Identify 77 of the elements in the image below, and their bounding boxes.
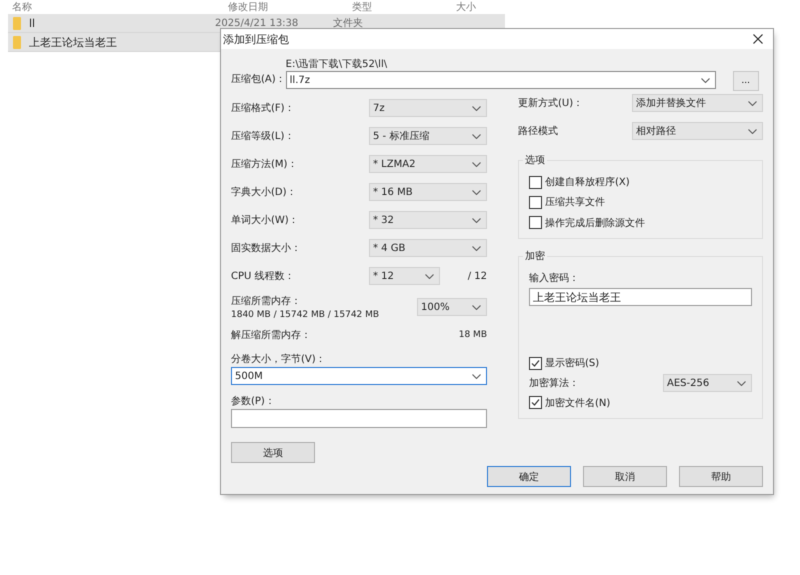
dropdown[interactable]: 7z: [369, 99, 487, 117]
dialog-button[interactable]: 确定: [487, 466, 571, 487]
field-label: 参数(P)：: [231, 394, 276, 409]
memory-value: 18 MB: [458, 330, 487, 340]
checkbox-label: 显示密码(S): [545, 356, 600, 370]
parameters-field[interactable]: [231, 409, 487, 428]
checkbox[interactable]: [529, 176, 542, 189]
checkbox-label: 压缩共享文件: [545, 196, 605, 210]
archive-name-field[interactable]: ll.7z: [286, 71, 716, 89]
archive-path: E:\迅雷下载\下载52\ll\: [286, 58, 388, 69]
field-label: 压缩包(A)：: [231, 72, 286, 86]
chevron-down-icon: [737, 380, 746, 386]
checkbox-label: 创建自释放程序(X): [545, 176, 630, 190]
field-label: 解压缩所需内存：: [231, 328, 311, 342]
options-button[interactable]: 选项: [231, 442, 315, 463]
chevron-down-icon: [472, 218, 481, 222]
column-header[interactable]: 修改日期: [224, 0, 348, 14]
checkbox[interactable]: [529, 356, 542, 370]
field-label: 分卷大小，字节(V)：: [231, 352, 327, 367]
file-name: ll: [29, 16, 36, 30]
column-header[interactable]: 名称: [8, 0, 224, 14]
checkbox[interactable]: [529, 216, 542, 230]
field-label: 固实数据大小：: [231, 242, 301, 255]
checkbox[interactable]: [529, 196, 542, 209]
field-label: 更新方式(U)：: [518, 96, 584, 110]
thread-total: / 12: [468, 270, 487, 282]
field-label: 字典大小(D)：: [231, 186, 297, 199]
dropdown[interactable]: 添加并替换文件: [632, 94, 763, 112]
browse-button[interactable]: ...: [732, 71, 759, 91]
field-label: 压缩方法(M)：: [231, 158, 298, 171]
checkbox-label: 操作完成后删除源文件: [545, 216, 645, 230]
field-label: 加密算法：: [529, 376, 579, 390]
file-date: 2025/4/21 13:38: [215, 18, 300, 28]
field-label: CPU 线程数：: [231, 270, 295, 283]
folder-icon: [13, 16, 21, 30]
file-type: 文件夹: [333, 16, 363, 30]
window-title: 添加到压缩包: [223, 32, 289, 46]
chevron-down-icon: [472, 190, 481, 194]
group-title: 选项: [523, 153, 547, 167]
chevron-down-icon: [472, 246, 481, 250]
file-name: 上老王论坛当老王: [29, 34, 118, 50]
dropdown[interactable]: 相对路径: [632, 122, 763, 140]
field-label: 压缩所需内存：: [231, 294, 302, 308]
dropdown[interactable]: * LZMA2: [369, 155, 487, 173]
dialog-button[interactable]: 帮助: [679, 466, 763, 487]
chevron-down-icon: [472, 374, 481, 378]
volume-size-dropdown[interactable]: 500M: [231, 367, 487, 385]
password-field[interactable]: 上老王论坛当老王: [529, 288, 752, 306]
dropdown[interactable]: * 12: [369, 267, 440, 285]
dropdown[interactable]: 100%: [417, 298, 487, 316]
close-icon[interactable]: [753, 34, 763, 44]
chevron-down-icon: [425, 274, 434, 278]
field-label: 路径模式: [518, 124, 558, 138]
chevron-down-icon: [748, 100, 757, 106]
chevron-down-icon: [700, 78, 710, 82]
memory-usage: 1840 MB / 15742 MB / 15742 MB: [231, 310, 380, 320]
column-header[interactable]: 大小: [452, 0, 476, 14]
field-label: 压缩格式(F)：: [231, 102, 295, 115]
dialog-button[interactable]: 取消: [583, 466, 667, 487]
dropdown[interactable]: * 4 GB: [369, 239, 487, 257]
group-title: 加密: [523, 249, 547, 263]
field-label: 单词大小(W)：: [231, 214, 299, 227]
chevron-down-icon: [472, 134, 481, 138]
checkbox[interactable]: [529, 396, 542, 410]
chevron-down-icon: [472, 162, 481, 166]
dropdown[interactable]: 5 - 标准压缩: [369, 127, 487, 145]
dropdown[interactable]: AES-256: [663, 374, 752, 392]
folder-icon: [13, 36, 21, 48]
chevron-down-icon: [748, 128, 757, 134]
field-label: 压缩等级(L)：: [231, 130, 294, 143]
checkbox-label: 加密文件名(N): [545, 396, 610, 410]
dropdown[interactable]: * 32: [369, 211, 487, 229]
dropdown[interactable]: * 16 MB: [369, 183, 487, 201]
chevron-down-icon: [472, 106, 481, 110]
column-header[interactable]: 类型: [348, 0, 452, 14]
chevron-down-icon: [472, 304, 481, 310]
field-label: 输入密码：: [529, 272, 580, 285]
